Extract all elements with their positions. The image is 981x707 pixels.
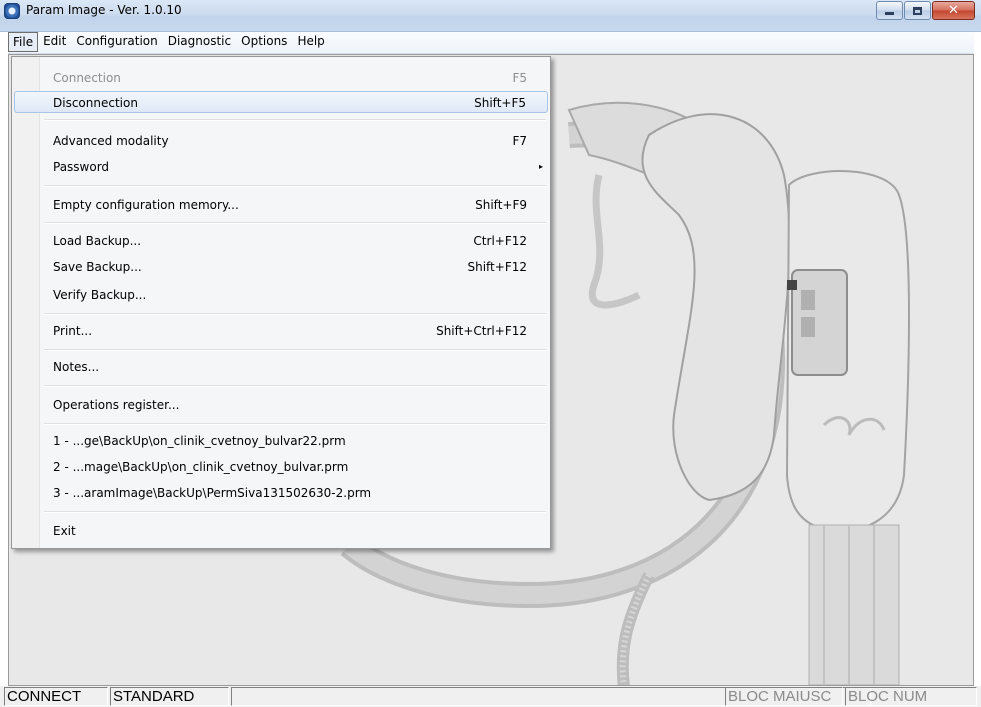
minimize-icon — [877, 2, 902, 19]
app-icon[interactable] — [4, 3, 20, 19]
menu-separator — [44, 119, 546, 121]
menu-file[interactable]: File — [8, 32, 39, 52]
menu-item-label: 1 - ...ge\BackUp\on_clinik_cvetnoy_bulva… — [53, 434, 346, 448]
menu-item-operations-register[interactable]: Operations register... — [14, 394, 548, 416]
close-icon: ✕ — [948, 3, 959, 18]
menu-help[interactable]: Help — [292, 32, 329, 52]
menu-item-label: 2 - ...mage\BackUp\on_clinik_cvetnoy_bul… — [53, 460, 349, 474]
file-menu-dropdown: Connection F5 Disconnection Shift+F5 Adv… — [11, 56, 551, 549]
menu-item-label: Verify Backup... — [53, 288, 147, 302]
menu-bar: File Edit Configuration Diagnostic Optio… — [0, 32, 981, 54]
menu-item-recent-file-1[interactable]: 1 - ...ge\BackUp\on_clinik_cvetnoy_bulva… — [14, 430, 548, 452]
menu-item-label: Notes... — [53, 360, 100, 374]
window-controls: ✕ — [875, 1, 975, 21]
menu-item-label: Password — [53, 160, 110, 174]
menu-item-save-backup[interactable]: Save Backup... Shift+F12 — [14, 256, 548, 278]
menu-separator — [44, 385, 546, 387]
menu-item-shortcut: F5 — [512, 71, 527, 85]
menu-item-shortcut: Ctrl+F12 — [473, 234, 527, 248]
menu-item-disconnection[interactable]: Disconnection Shift+F5 — [14, 91, 548, 113]
menu-item-shortcut: Shift+F12 — [467, 260, 527, 274]
menu-item-notes[interactable]: Notes... — [14, 356, 548, 378]
menu-configuration[interactable]: Configuration — [71, 32, 162, 52]
menu-item-empty-configuration-memory[interactable]: Empty configuration memory... Shift+F9 — [14, 194, 548, 216]
menu-item-print[interactable]: Print... Shift+Ctrl+F12 — [14, 320, 548, 342]
menu-item-label: Advanced modality — [53, 134, 169, 148]
menu-diagnostic[interactable]: Diagnostic — [163, 32, 236, 52]
menu-item-password[interactable]: Password ▸ — [14, 156, 548, 178]
menu-item-label: Empty configuration memory... — [53, 198, 239, 212]
menu-item-advanced-modality[interactable]: Advanced modality F7 — [14, 130, 548, 152]
menu-separator — [44, 511, 546, 513]
title-bar[interactable]: Param Image - Ver. 1.0.10 ✕ — [0, 0, 981, 32]
menu-item-shortcut: Shift+F5 — [474, 96, 526, 110]
menu-item-recent-file-3[interactable]: 3 - ...aramImage\BackUp\PermSiva13150263… — [14, 482, 548, 504]
menu-item-shortcut: Shift+F9 — [475, 198, 527, 212]
menu-separator — [44, 222, 546, 224]
maximize-button[interactable] — [904, 1, 931, 20]
menu-item-label: Disconnection — [53, 96, 138, 110]
menu-options[interactable]: Options — [236, 32, 292, 52]
window-title: Param Image - Ver. 1.0.10 — [26, 3, 182, 17]
menu-separator — [44, 349, 546, 351]
maximize-icon — [905, 2, 930, 19]
menu-item-exit[interactable]: Exit — [14, 520, 548, 542]
status-connect: CONNECT — [4, 687, 108, 706]
minimize-button[interactable] — [876, 1, 903, 20]
menu-item-label: Operations register... — [53, 398, 180, 412]
menu-item-label: Load Backup... — [53, 234, 142, 248]
status-mode: STANDARD — [110, 687, 229, 706]
menu-item-label: Connection — [53, 71, 121, 85]
menu-item-label: Exit — [53, 524, 76, 538]
menu-item-label: Save Backup... — [53, 260, 142, 274]
menu-separator — [44, 185, 546, 187]
status-caps-lock: BLOC MAIUSC — [725, 687, 843, 706]
menu-item-load-backup[interactable]: Load Backup... Ctrl+F12 — [14, 230, 548, 252]
status-num-lock: BLOC NUM — [845, 687, 977, 706]
menu-separator — [44, 313, 546, 315]
menu-item-label: Print... — [53, 324, 93, 338]
menu-item-verify-backup[interactable]: Verify Backup... — [14, 284, 548, 306]
status-bar: CONNECT STANDARD BLOC MAIUSC BLOC NUM — [0, 686, 981, 707]
menu-item-recent-file-2[interactable]: 2 - ...mage\BackUp\on_clinik_cvetnoy_bul… — [14, 456, 548, 478]
menu-item-shortcut: F7 — [512, 134, 527, 148]
menu-item-label: 3 - ...aramImage\BackUp\PermSiva13150263… — [53, 486, 372, 500]
menu-item-shortcut: Shift+Ctrl+F12 — [436, 324, 527, 338]
close-button[interactable]: ✕ — [932, 1, 975, 20]
menu-bar-items: File Edit Configuration Diagnostic Optio… — [8, 32, 330, 52]
menu-edit[interactable]: Edit — [38, 32, 71, 52]
menu-item-connection[interactable]: Connection F5 — [14, 67, 548, 89]
menu-separator — [44, 423, 546, 425]
submenu-arrow-icon: ▸ — [538, 162, 543, 171]
